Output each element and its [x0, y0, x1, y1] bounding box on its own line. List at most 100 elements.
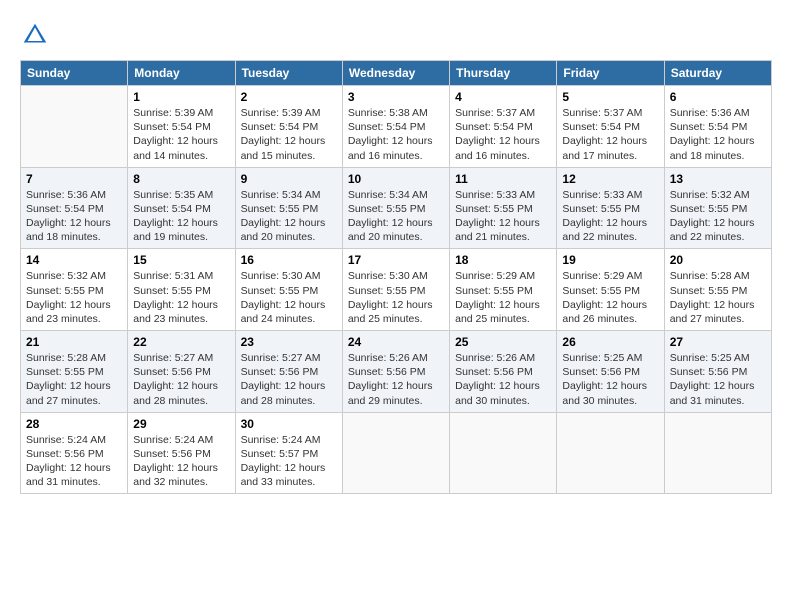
- calendar-cell: 24 Sunrise: 5:26 AMSunset: 5:56 PMDayligh…: [342, 331, 449, 413]
- calendar-cell: 26 Sunrise: 5:25 AMSunset: 5:56 PMDayligh…: [557, 331, 664, 413]
- day-info: Sunrise: 5:24 AMSunset: 5:57 PMDaylight:…: [241, 433, 337, 490]
- day-info: Sunrise: 5:30 AMSunset: 5:55 PMDaylight:…: [241, 269, 337, 326]
- day-info: Sunrise: 5:38 AMSunset: 5:54 PMDaylight:…: [348, 106, 444, 163]
- day-number: 19: [562, 253, 658, 267]
- day-number: 23: [241, 335, 337, 349]
- day-info: Sunrise: 5:35 AMSunset: 5:54 PMDaylight:…: [133, 188, 229, 245]
- calendar-cell: 14Sunrise: 5:32 AMSunset: 5:55 PMDayligh…: [21, 249, 128, 331]
- day-info: Sunrise: 5:28 AMSunset: 5:55 PMDaylight:…: [670, 269, 766, 326]
- calendar-cell: 16 Sunrise: 5:30 AMSunset: 5:55 PMDayligh…: [235, 249, 342, 331]
- day-number: 9: [241, 172, 337, 186]
- day-number: 10: [348, 172, 444, 186]
- calendar-header-row: SundayMondayTuesdayWednesdayThursdayFrid…: [21, 61, 772, 86]
- weekday-header: Friday: [557, 61, 664, 86]
- calendar-cell: 17 Sunrise: 5:30 AMSunset: 5:55 PMDayligh…: [342, 249, 449, 331]
- calendar-cell: 11 Sunrise: 5:33 AMSunset: 5:55 PMDayligh…: [450, 167, 557, 249]
- day-number: 28: [26, 417, 122, 431]
- day-number: 27: [670, 335, 766, 349]
- calendar-week-row: 14Sunrise: 5:32 AMSunset: 5:55 PMDayligh…: [21, 249, 772, 331]
- calendar-cell: 25 Sunrise: 5:26 AMSunset: 5:56 PMDayligh…: [450, 331, 557, 413]
- day-info: Sunrise: 5:26 AMSunset: 5:56 PMDaylight:…: [348, 351, 444, 408]
- calendar-cell: 5 Sunrise: 5:37 AMSunset: 5:54 PMDaylight…: [557, 86, 664, 168]
- day-info: Sunrise: 5:26 AMSunset: 5:56 PMDaylight:…: [455, 351, 551, 408]
- day-info: Sunrise: 5:34 AMSunset: 5:55 PMDaylight:…: [348, 188, 444, 245]
- day-number: 5: [562, 90, 658, 104]
- day-info: Sunrise: 5:24 AMSunset: 5:56 PMDaylight:…: [133, 433, 229, 490]
- calendar-week-row: 21Sunrise: 5:28 AMSunset: 5:55 PMDayligh…: [21, 331, 772, 413]
- calendar-cell: 9 Sunrise: 5:34 AMSunset: 5:55 PMDaylight…: [235, 167, 342, 249]
- calendar-week-row: 1 Sunrise: 5:39 AMSunset: 5:54 PMDaylight…: [21, 86, 772, 168]
- calendar-cell: 7Sunrise: 5:36 AMSunset: 5:54 PMDaylight…: [21, 167, 128, 249]
- day-info: Sunrise: 5:25 AMSunset: 5:56 PMDaylight:…: [670, 351, 766, 408]
- calendar-cell: [21, 86, 128, 168]
- calendar-cell: 1 Sunrise: 5:39 AMSunset: 5:54 PMDaylight…: [128, 86, 235, 168]
- calendar-cell: 30 Sunrise: 5:24 AMSunset: 5:57 PMDayligh…: [235, 412, 342, 494]
- logo: [20, 20, 56, 50]
- calendar-cell: 23 Sunrise: 5:27 AMSunset: 5:56 PMDayligh…: [235, 331, 342, 413]
- day-info: Sunrise: 5:37 AMSunset: 5:54 PMDaylight:…: [562, 106, 658, 163]
- calendar-cell: 19 Sunrise: 5:29 AMSunset: 5:55 PMDayligh…: [557, 249, 664, 331]
- calendar-week-row: 28 Sunrise: 5:24 AMSunset: 5:56 PMDayligh…: [21, 412, 772, 494]
- day-info: Sunrise: 5:37 AMSunset: 5:54 PMDaylight:…: [455, 106, 551, 163]
- weekday-header: Tuesday: [235, 61, 342, 86]
- day-number: 14: [26, 253, 122, 267]
- calendar-cell: [342, 412, 449, 494]
- day-info: Sunrise: 5:32 AMSunset: 5:55 PMDaylight:…: [670, 188, 766, 245]
- calendar-cell: 27 Sunrise: 5:25 AMSunset: 5:56 PMDayligh…: [664, 331, 771, 413]
- day-number: 18: [455, 253, 551, 267]
- calendar-cell: 8 Sunrise: 5:35 AMSunset: 5:54 PMDaylight…: [128, 167, 235, 249]
- calendar-cell: 22 Sunrise: 5:27 AMSunset: 5:56 PMDayligh…: [128, 331, 235, 413]
- calendar-cell: 4 Sunrise: 5:37 AMSunset: 5:54 PMDaylight…: [450, 86, 557, 168]
- day-number: 26: [562, 335, 658, 349]
- day-number: 3: [348, 90, 444, 104]
- day-number: 8: [133, 172, 229, 186]
- calendar-cell: [450, 412, 557, 494]
- calendar-table: SundayMondayTuesdayWednesdayThursdayFrid…: [20, 60, 772, 494]
- day-info: Sunrise: 5:33 AMSunset: 5:55 PMDaylight:…: [455, 188, 551, 245]
- day-info: Sunrise: 5:27 AMSunset: 5:56 PMDaylight:…: [133, 351, 229, 408]
- day-number: 29: [133, 417, 229, 431]
- day-number: 1: [133, 90, 229, 104]
- day-info: Sunrise: 5:24 AMSunset: 5:56 PMDaylight:…: [26, 433, 122, 490]
- day-info: Sunrise: 5:29 AMSunset: 5:55 PMDaylight:…: [455, 269, 551, 326]
- day-info: Sunrise: 5:39 AMSunset: 5:54 PMDaylight:…: [241, 106, 337, 163]
- day-info: Sunrise: 5:39 AMSunset: 5:54 PMDaylight:…: [133, 106, 229, 163]
- calendar-cell: 6Sunrise: 5:36 AMSunset: 5:54 PMDaylight…: [664, 86, 771, 168]
- day-info: Sunrise: 5:36 AMSunset: 5:54 PMDaylight:…: [670, 106, 766, 163]
- calendar-cell: 3 Sunrise: 5:38 AMSunset: 5:54 PMDaylight…: [342, 86, 449, 168]
- calendar-cell: 13Sunrise: 5:32 AMSunset: 5:55 PMDayligh…: [664, 167, 771, 249]
- day-number: 15: [133, 253, 229, 267]
- day-number: 17: [348, 253, 444, 267]
- day-info: Sunrise: 5:31 AMSunset: 5:55 PMDaylight:…: [133, 269, 229, 326]
- day-number: 11: [455, 172, 551, 186]
- day-number: 25: [455, 335, 551, 349]
- page-header: [20, 20, 772, 50]
- calendar-cell: [664, 412, 771, 494]
- calendar-cell: 21Sunrise: 5:28 AMSunset: 5:55 PMDayligh…: [21, 331, 128, 413]
- day-info: Sunrise: 5:34 AMSunset: 5:55 PMDaylight:…: [241, 188, 337, 245]
- calendar-cell: 2 Sunrise: 5:39 AMSunset: 5:54 PMDaylight…: [235, 86, 342, 168]
- day-info: Sunrise: 5:25 AMSunset: 5:56 PMDaylight:…: [562, 351, 658, 408]
- calendar-cell: [557, 412, 664, 494]
- day-number: 2: [241, 90, 337, 104]
- day-number: 20: [670, 253, 766, 267]
- calendar-cell: 10 Sunrise: 5:34 AMSunset: 5:55 PMDayligh…: [342, 167, 449, 249]
- day-number: 21: [26, 335, 122, 349]
- day-number: 12: [562, 172, 658, 186]
- weekday-header: Thursday: [450, 61, 557, 86]
- calendar-cell: 28 Sunrise: 5:24 AMSunset: 5:56 PMDayligh…: [21, 412, 128, 494]
- day-info: Sunrise: 5:30 AMSunset: 5:55 PMDaylight:…: [348, 269, 444, 326]
- calendar-week-row: 7Sunrise: 5:36 AMSunset: 5:54 PMDaylight…: [21, 167, 772, 249]
- day-number: 30: [241, 417, 337, 431]
- day-number: 22: [133, 335, 229, 349]
- day-number: 4: [455, 90, 551, 104]
- day-info: Sunrise: 5:29 AMSunset: 5:55 PMDaylight:…: [562, 269, 658, 326]
- day-number: 7: [26, 172, 122, 186]
- weekday-header: Saturday: [664, 61, 771, 86]
- day-number: 16: [241, 253, 337, 267]
- day-info: Sunrise: 5:27 AMSunset: 5:56 PMDaylight:…: [241, 351, 337, 408]
- calendar-cell: 18 Sunrise: 5:29 AMSunset: 5:55 PMDayligh…: [450, 249, 557, 331]
- calendar-cell: 20 Sunrise: 5:28 AMSunset: 5:55 PMDayligh…: [664, 249, 771, 331]
- calendar-cell: 15 Sunrise: 5:31 AMSunset: 5:55 PMDayligh…: [128, 249, 235, 331]
- day-number: 24: [348, 335, 444, 349]
